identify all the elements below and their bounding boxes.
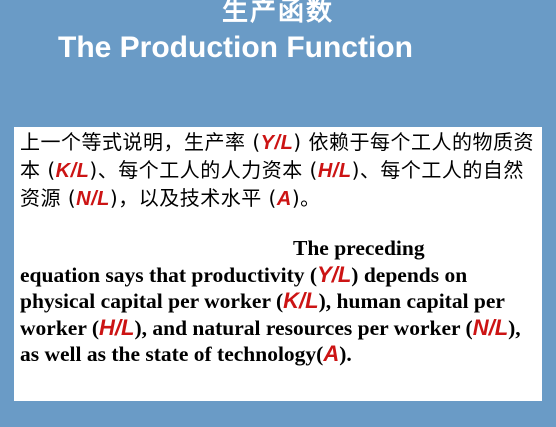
content-box: 上一个等式说明，生产率 (Y/L) 依赖于每个工人的物质资本 (K/L)、每个工… <box>14 127 542 401</box>
variable-technology: A <box>276 188 292 210</box>
variable-natural-resources: N/L <box>76 188 110 210</box>
chinese-text: )。 <box>291 186 321 210</box>
english-text: ), and natural resources per worker ( <box>134 315 473 340</box>
variable-technology: A <box>323 341 340 366</box>
slide-title-english: The Production Function <box>58 31 413 64</box>
variable-human-capital: H/L <box>317 160 352 182</box>
chinese-text: 上一个等式说明，生产率 ( <box>20 130 261 154</box>
variable-productivity: Y/L <box>317 261 352 287</box>
slide-title-chinese: 生产函数 <box>221 0 334 27</box>
chinese-text: )，以及技术水平 ( <box>109 186 277 210</box>
variable-productivity: Y/L <box>260 132 294 154</box>
variable-physical-capital: K/L <box>55 160 90 182</box>
chinese-text: )、每个工人的人力资本 ( <box>89 158 318 182</box>
english-text: equation says that productivity ( <box>20 262 318 287</box>
chinese-paragraph: 上一个等式说明，生产率 (Y/L) 依赖于每个工人的物质资本 (K/L)、每个工… <box>20 129 540 213</box>
english-text: ). <box>339 342 352 366</box>
english-text: The preceding <box>293 236 425 260</box>
variable-natural-resources: N/L <box>472 314 509 340</box>
variable-physical-capital: K/L <box>283 288 319 313</box>
english-paragraph: The preceding equation says that producti… <box>20 235 540 368</box>
variable-human-capital: H/L <box>99 314 135 340</box>
